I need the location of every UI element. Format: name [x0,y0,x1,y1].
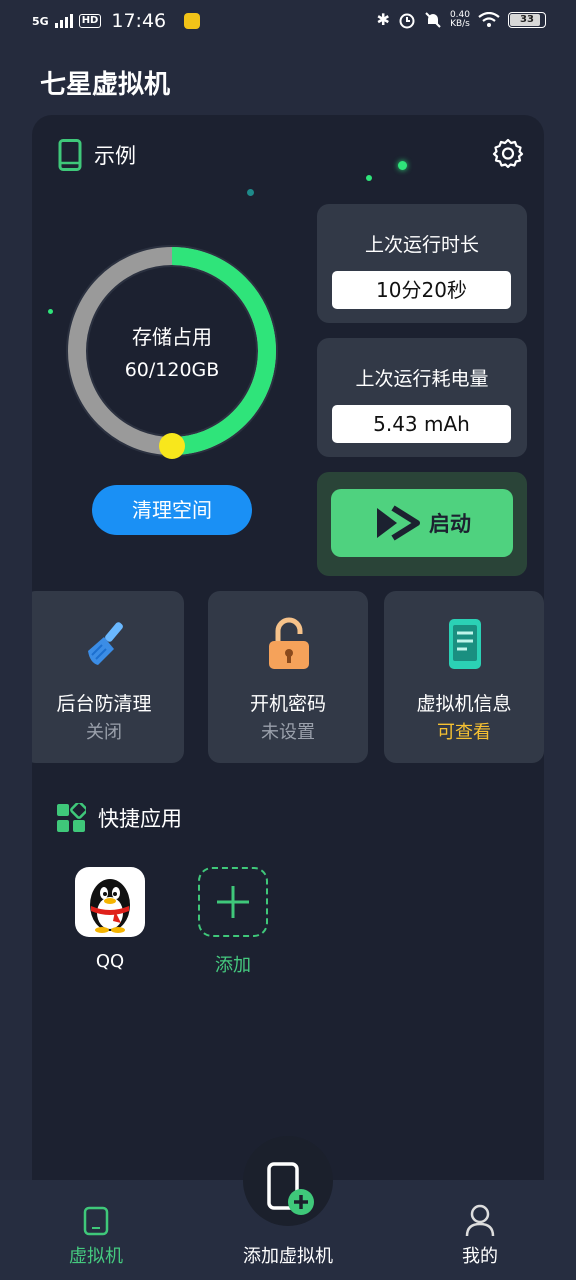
feature-name: 虚拟机信息 [416,693,512,715]
nav-label: 我的 [462,1246,498,1267]
unlock-icon [269,617,309,669]
wifi-icon [478,11,500,27]
qq-penguin-icon [75,867,145,937]
battery-icon: 33 [508,11,546,28]
nav-label: 添加虚拟机 [243,1246,333,1267]
decor-dot [48,309,53,314]
storage-value: 60/120GB [124,359,220,381]
add-vm-fab[interactable] [243,1136,333,1226]
vm-card-header: 示例 [58,139,136,171]
vm-name: 示例 [94,144,136,168]
quick-apps-title: 快捷应用 [98,807,182,831]
add-phone-icon [267,1162,314,1215]
vm-tab-icon [83,1206,109,1236]
feature-status: 关闭 [86,722,122,743]
gear-icon[interactable] [492,137,524,169]
broom-icon [88,622,123,665]
hd-badge: HD [78,14,102,28]
decor-dot [366,175,372,181]
apps-grid-icon [57,803,86,832]
add-quick-app-button[interactable]: 添加 [193,867,273,977]
decor-dot [398,161,407,170]
phone-info-icon [449,619,481,669]
add-quick-app-label: 添加 [215,955,251,976]
alarm-icon [399,13,415,28]
nav-label: 虚拟机 [69,1246,123,1267]
bluetooth-icon: ✱ [376,10,390,29]
plus-icon [198,867,268,937]
clock: 17:46 [111,10,167,32]
app-title: 七星虚拟机 [40,70,171,100]
last-run-duration-title: 上次运行时长 [364,234,479,256]
last-run-duration-value: 10分20秒 [332,271,511,309]
start-area: 启动 [317,472,527,576]
notification-app-icon [184,13,201,29]
net-speed-unit: KB/s [450,18,470,29]
last-run-power-title: 上次运行耗电量 [355,368,489,390]
signal-icon [54,14,73,28]
phone-icon [58,139,82,171]
battery-level: 33 [520,13,534,25]
clean-space-button[interactable]: 清理空间 [92,485,252,535]
feature-name: 后台防清理 [56,693,152,715]
vm-card: 示例 存储占用 60/120GB 清理空间 上次运行时长 10分20秒 上次运行… [32,115,544,1225]
last-run-power-box: 上次运行耗电量 5.43 mAh [317,338,527,457]
decor-dot [247,189,254,196]
quick-app-label: QQ [95,951,125,972]
user-icon [465,1204,495,1237]
storage-ring-knob [159,433,185,459]
feature-status: 未设置 [261,722,315,743]
start-button[interactable]: 启动 [331,489,513,557]
feature-name: 开机密码 [249,693,326,715]
storage-label: 存储占用 [132,325,212,349]
network-type: 5G [32,14,49,28]
start-button-label: 启动 [429,512,471,536]
quick-app-qq[interactable]: QQ [70,867,150,972]
feature-vm-info[interactable]: 虚拟机信息 可查看 [384,591,544,763]
feature-boot-password[interactable]: 开机密码 未设置 [208,591,368,763]
feature-status: 可查看 [437,722,491,743]
storage-ring-chart [66,245,278,459]
last-run-duration-box: 上次运行时长 10分20秒 [317,204,527,323]
status-bar: 5G HD 17:46 ✱ 0.40 KB/s 33 [0,0,576,44]
last-run-power-value: 5.43 mAh [332,405,511,443]
mute-bell-icon [425,11,441,28]
net-speed: 0.40 KB/s [450,10,470,29]
feature-anti-clean[interactable]: 后台防清理 关闭 [32,591,184,763]
quick-apps-header: 快捷应用 [56,803,182,833]
play-icon [377,505,420,541]
storage-ring: 存储占用 60/120GB [64,243,280,459]
